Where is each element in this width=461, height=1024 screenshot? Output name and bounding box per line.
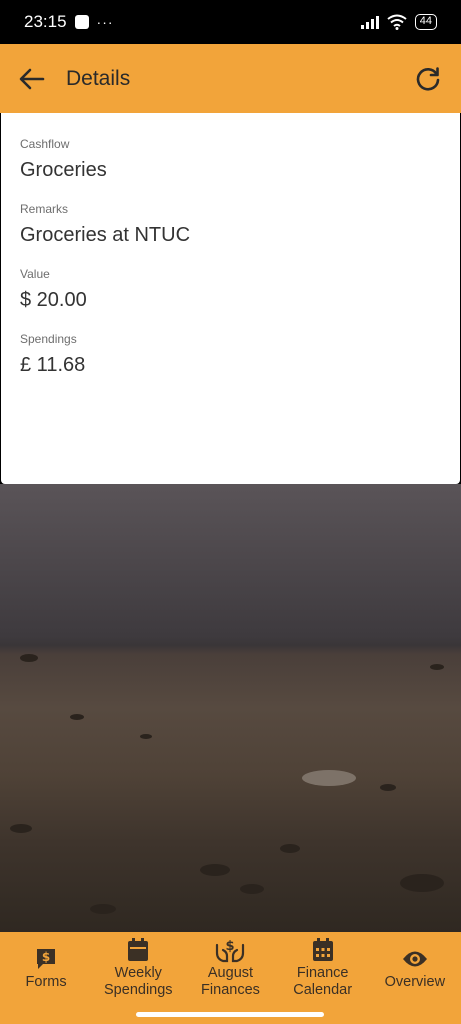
home-indicator[interactable]	[136, 1012, 324, 1017]
calendar-grid-icon	[312, 938, 333, 961]
signal-icon	[360, 15, 379, 29]
svg-text:$: $	[42, 950, 50, 964]
detail-value: $ 20.00	[20, 289, 87, 311]
status-bar: 23:15 ··· 44	[0, 0, 461, 44]
app-bar: Details	[0, 44, 461, 113]
eye-icon	[402, 951, 427, 966]
notification-icon	[74, 15, 89, 29]
bottom-nav: $ Forms Weekly Spendings $ August Financ…	[0, 932, 461, 1004]
dollar-message-icon: $	[37, 948, 56, 969]
nav-forms[interactable]: $ Forms	[0, 946, 92, 991]
nav-finance-calendar[interactable]: Finance Calendar	[277, 937, 369, 999]
detail-remarks: Remarks Groceries at NTUC	[20, 202, 441, 247]
detail-value: Groceries at NTUC	[20, 224, 191, 246]
detail-spendings: Spendings £ 11.68	[20, 332, 441, 377]
detail-label: Remarks	[20, 202, 69, 216]
calendar-icon	[128, 938, 149, 961]
nav-label: August Finances	[201, 965, 260, 998]
more-notifications-icon: ···	[96, 14, 114, 30]
system-nav-area	[0, 1004, 461, 1024]
wifi-icon	[387, 14, 407, 30]
nav-label: Weekly Spendings	[104, 965, 173, 998]
detail-label: Value	[20, 267, 50, 281]
hand-dollar-icon: $	[216, 939, 245, 963]
detail-label: Cashflow	[20, 137, 70, 151]
nav-label: Forms	[25, 973, 67, 990]
nav-weekly-spendings[interactable]: Weekly Spendings	[92, 937, 184, 999]
detail-value-field: Value $ 20.00	[20, 267, 441, 312]
seal-on-beach	[302, 770, 356, 786]
status-right: 44	[360, 14, 437, 30]
details-card: Cashflow Groceries Remarks Groceries at …	[1, 113, 460, 484]
detail-label: Spendings	[20, 332, 77, 346]
nav-overview[interactable]: Overview	[369, 946, 461, 991]
status-left: 23:15 ···	[24, 12, 114, 32]
nav-label: Finance Calendar	[293, 965, 353, 998]
nav-label: Overview	[384, 973, 446, 990]
refresh-button[interactable]	[413, 64, 443, 94]
detail-value: £ 11.68	[20, 354, 86, 376]
detail-cashflow: Cashflow Groceries	[20, 137, 441, 182]
detail-value: Groceries	[20, 159, 107, 181]
background-image	[0, 484, 461, 932]
battery-indicator: 44	[414, 14, 437, 30]
status-time: 23:15	[24, 12, 67, 31]
refresh-icon	[416, 66, 440, 91]
page-title: Details	[66, 66, 131, 90]
back-button[interactable]	[18, 65, 46, 93]
nav-august-finances[interactable]: $ August Finances	[184, 937, 276, 999]
arrow-left-icon	[19, 68, 45, 89]
